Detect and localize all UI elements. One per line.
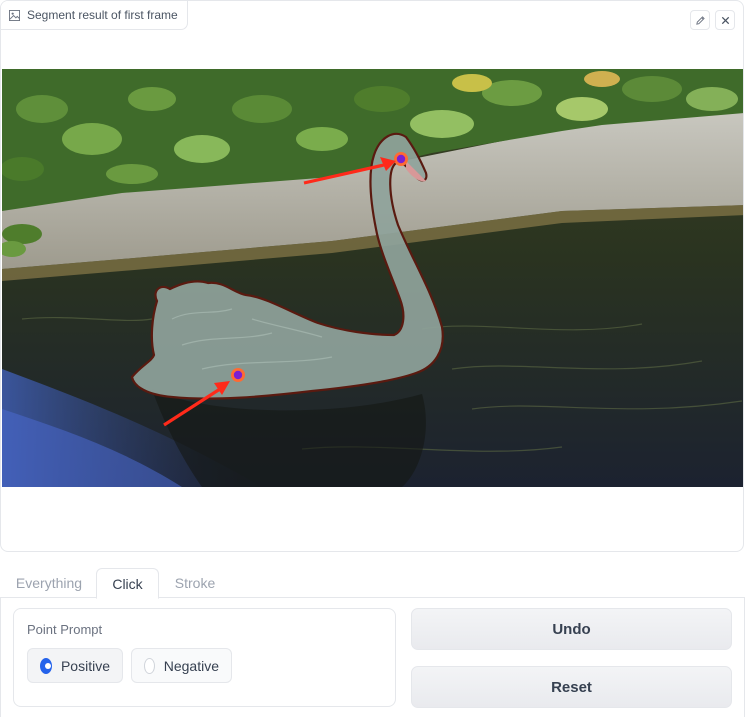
tab-click[interactable]: Click bbox=[96, 568, 159, 599]
mode-tabs: Everything Click Stroke bbox=[0, 568, 745, 599]
image-icon bbox=[9, 9, 20, 21]
radio-checked-icon bbox=[40, 657, 52, 674]
panel-tools bbox=[690, 10, 735, 30]
tab-stroke[interactable]: Stroke bbox=[166, 568, 224, 598]
edit-button[interactable] bbox=[690, 10, 710, 30]
reset-button[interactable]: Reset bbox=[411, 666, 732, 708]
radio-negative[interactable]: Negative bbox=[131, 648, 232, 683]
pencil-icon bbox=[695, 15, 705, 25]
panel-label: Segment result of first frame bbox=[1, 1, 188, 30]
point-prompt-title: Point Prompt bbox=[27, 622, 103, 637]
radio-positive[interactable]: Positive bbox=[27, 648, 123, 683]
point-prompt-group: Point Prompt Positive Negative bbox=[13, 608, 396, 707]
segmented-frame-image[interactable] bbox=[2, 69, 744, 487]
close-button[interactable] bbox=[715, 10, 735, 30]
tab-everything[interactable]: Everything bbox=[8, 568, 90, 598]
undo-button[interactable]: Undo bbox=[411, 608, 732, 650]
close-icon bbox=[721, 16, 729, 24]
segment-result-panel: Segment result of first frame bbox=[0, 0, 744, 552]
radio-positive-label: Positive bbox=[60, 657, 110, 674]
radio-negative-label: Negative bbox=[163, 657, 219, 674]
radio-unchecked-icon bbox=[144, 657, 155, 674]
panel-label-text: Segment result of first frame bbox=[27, 8, 178, 22]
click-controls: Point Prompt Positive Negative Undo Rese… bbox=[0, 598, 745, 717]
click-point-body[interactable] bbox=[231, 368, 245, 382]
click-point-head[interactable] bbox=[394, 152, 408, 166]
